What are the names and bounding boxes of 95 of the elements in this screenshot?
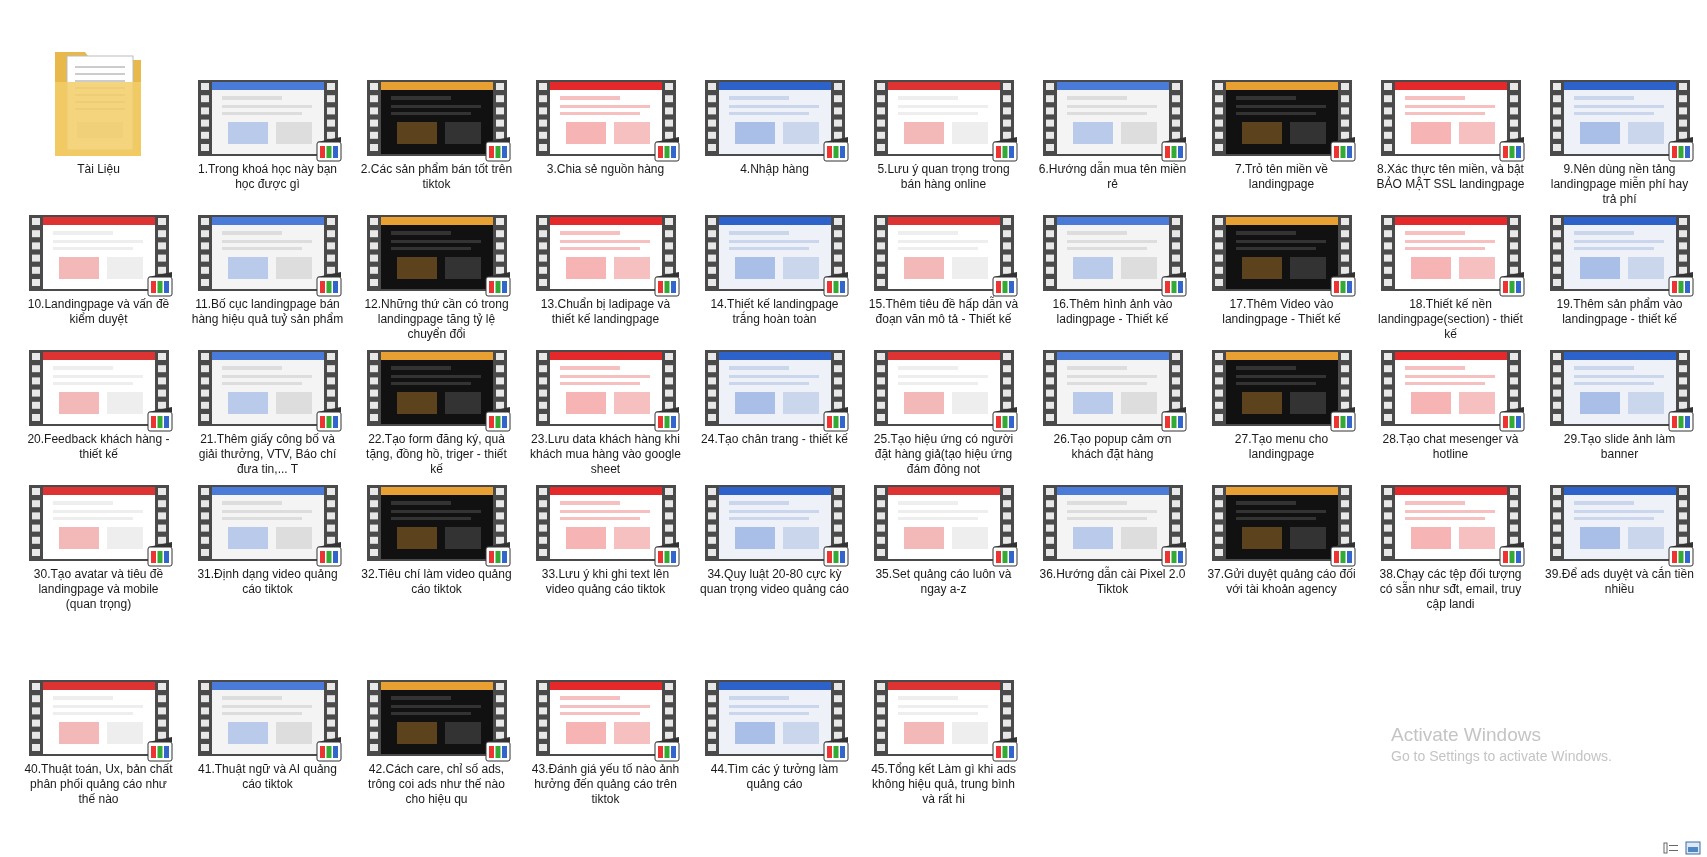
media-player-icon: [484, 271, 511, 297]
media-player-icon: [1667, 136, 1694, 162]
file-name[interactable]: 35.Set quảng cáo luôn và ngay a-z: [867, 567, 1020, 597]
media-player-icon: [991, 271, 1018, 297]
media-player-icon: [315, 736, 342, 762]
file-name[interactable]: 26.Tạo popup cảm ơn khách đặt hàng: [1036, 432, 1189, 462]
file-name[interactable]: 6.Hướng dẫn mua tên miền rẻ: [1036, 162, 1189, 192]
media-player-icon: [991, 736, 1018, 762]
media-player-icon: [653, 271, 680, 297]
media-player-icon: [1498, 406, 1525, 432]
file-name[interactable]: 45.Tổng kết Làm gì khi ads không hiệu quả, trung bình và rất hi: [867, 762, 1020, 807]
media-player-icon: [1498, 541, 1525, 567]
file-name[interactable]: 14.Thiết kế landingpage trắng hoàn toàn: [698, 297, 851, 327]
media-player-icon: [146, 271, 173, 297]
media-player-icon: [653, 736, 680, 762]
media-player-icon: [1160, 271, 1187, 297]
file-name[interactable]: 29.Tạo slide ảnh làm banner: [1543, 432, 1696, 462]
file-name[interactable]: 12.Những thứ cần có trong landingpage tăng tỷ lệ chuyển đổi: [360, 297, 513, 342]
media-player-icon: [1498, 136, 1525, 162]
file-name[interactable]: 19.Thêm sản phẩm vào landingpage - thiết kế: [1543, 297, 1696, 327]
media-player-icon: [1667, 406, 1694, 432]
file-name[interactable]: 20.Feedback khách hàng - thiết kế: [22, 432, 175, 462]
file-name[interactable]: 23.Lưu data khách hàng khi khách mua hàng vào google sheet: [529, 432, 682, 477]
media-player-icon: [315, 136, 342, 162]
file-name[interactable]: 2.Các sản phẩm bán tốt trên tiktok: [360, 162, 513, 192]
media-player-icon: [484, 736, 511, 762]
file-name[interactable]: 8.Xác thực tên miền, và bật BẢO MẬT SSL landingpage: [1374, 162, 1527, 192]
media-player-icon: [822, 406, 849, 432]
media-player-icon: [1329, 541, 1356, 567]
file-name[interactable]: 21.Thêm giấy công bố và giải thưởng, VTV, Báo chí đưa tin,... T: [191, 432, 344, 477]
file-name[interactable]: 9.Nên dùng nền tảng landingpage miễn phí hay trả phí: [1543, 162, 1696, 207]
file-name[interactable]: 32.Tiêu chí làm video quảng cáo tiktok: [360, 567, 513, 597]
file-name[interactable]: 41.Thuật ngữ và AI quảng cáo tiktok: [191, 762, 344, 792]
media-player-icon: [1498, 271, 1525, 297]
file-name[interactable]: 7.Trỏ tên miền về landingpage: [1205, 162, 1358, 192]
file-name[interactable]: 30.Tạo avatar và tiêu đề landingpage và mobile (quan trọng): [22, 567, 175, 612]
media-player-icon: [484, 541, 511, 567]
file-name[interactable]: 1.Trong khoá học này bạn học được gì: [191, 162, 344, 192]
media-player-icon: [1160, 541, 1187, 567]
file-name[interactable]: 28.Tạo chat mesenger và hotline: [1374, 432, 1527, 462]
file-name[interactable]: 40.Thuật toán, Ux, bản chất phân phối quảng cáo như thế nào: [22, 762, 175, 807]
media-player-icon: [822, 271, 849, 297]
file-name[interactable]: 17.Thêm Video vào landingpage - Thiết kế: [1205, 297, 1358, 327]
file-name[interactable]: 3.Chia sẻ nguồn hàng: [529, 162, 682, 177]
media-player-icon: [653, 541, 680, 567]
file-name[interactable]: 13.Chuẩn bị ladipage và thiết kế landingpage: [529, 297, 682, 327]
media-player-icon: [991, 406, 1018, 432]
file-name[interactable]: 15.Thêm tiêu đề hấp dẫn và đoạn văn mô tả - Thiết kế: [867, 297, 1020, 327]
folder-name[interactable]: Tài Liệu: [22, 162, 175, 177]
file-name[interactable]: 38.Chạy các tệp đối tượng có sẵn như sđt, email, truy cập landi: [1374, 567, 1527, 612]
file-name[interactable]: 43.Đánh giá yếu tố nào ảnh hưởng đến quảng cáo trên tiktok: [529, 762, 682, 807]
file-name[interactable]: 5.Lưu ý quan trọng trong bán hàng online: [867, 162, 1020, 192]
media-player-icon: [1329, 136, 1356, 162]
file-name[interactable]: 22.Tạo form đăng ký, quà tặng, đồng hồ, triger - thiết kế: [360, 432, 513, 477]
media-player-icon: [1160, 406, 1187, 432]
media-player-icon: [146, 541, 173, 567]
media-player-icon: [1160, 136, 1187, 162]
file-name[interactable]: 25.Tạo hiệu ứng có người đặt hàng giả(tạo hiệu ứng đám đông not: [867, 432, 1020, 477]
file-name[interactable]: 24.Tạo chân trang - thiết kế: [698, 432, 851, 447]
file-name[interactable]: 37.Gửi duyệt quảng cáo đối với tài khoản agency: [1205, 567, 1358, 597]
file-name[interactable]: 31.Định dạng video quảng cáo tiktok: [191, 567, 344, 597]
file-name[interactable]: 27.Tạo menu cho landingpage: [1205, 432, 1358, 462]
media-player-icon: [1329, 271, 1356, 297]
file-name[interactable]: 10.Landingpage và vấn đề kiểm duyệt: [22, 297, 175, 327]
media-player-icon: [1329, 406, 1356, 432]
media-player-icon: [315, 271, 342, 297]
media-player-icon: [484, 136, 511, 162]
file-name[interactable]: 4.Nhập hàng: [698, 162, 851, 177]
file-name[interactable]: 36.Hướng dẫn cài Pixel 2.0 Tiktok: [1036, 567, 1189, 597]
media-player-icon: [991, 136, 1018, 162]
media-player-icon: [484, 406, 511, 432]
media-player-icon: [653, 406, 680, 432]
media-player-icon: [822, 736, 849, 762]
media-player-icon: [146, 736, 173, 762]
large-icons-view-icon[interactable]: [1685, 841, 1701, 855]
media-player-icon: [146, 406, 173, 432]
file-name[interactable]: 34.Quy luật 20-80 cực kỳ quan trọng video quảng cáo: [698, 567, 851, 597]
media-player-icon: [653, 136, 680, 162]
media-player-icon: [822, 136, 849, 162]
activation-title: Activate Windows: [1391, 723, 1542, 747]
media-player-icon: [1667, 541, 1694, 567]
file-name[interactable]: 33.Lưu ý khi ghi text lên video quảng cáo tiktok: [529, 567, 682, 597]
media-player-icon: [822, 541, 849, 567]
media-player-icon: [315, 406, 342, 432]
file-name[interactable]: 42.Cách care, chỉ số ads, trông coi ads như thế nào cho hiệu qu: [360, 762, 513, 807]
activation-message: Go to Settings to activate Windows.: [1391, 747, 1612, 765]
file-name[interactable]: 11.Bố cục landingpage bán hàng hiệu quả tuỷ sản phẩm: [191, 297, 344, 327]
media-player-icon: [1667, 271, 1694, 297]
media-player-icon: [991, 541, 1018, 567]
file-name[interactable]: 16.Thêm hình ảnh vào ladingpage - Thiết kế: [1036, 297, 1189, 327]
details-view-icon[interactable]: [1663, 841, 1679, 855]
media-player-icon: [315, 541, 342, 567]
file-name[interactable]: 18.Thiết kế nền landingpage(section) - thiết kế: [1374, 297, 1527, 342]
file-name[interactable]: 39.Để ads duyệt và cắn tiền nhiều: [1543, 567, 1696, 597]
file-name[interactable]: 44.Tìm các ý tưởng làm quảng cáo: [698, 762, 851, 792]
